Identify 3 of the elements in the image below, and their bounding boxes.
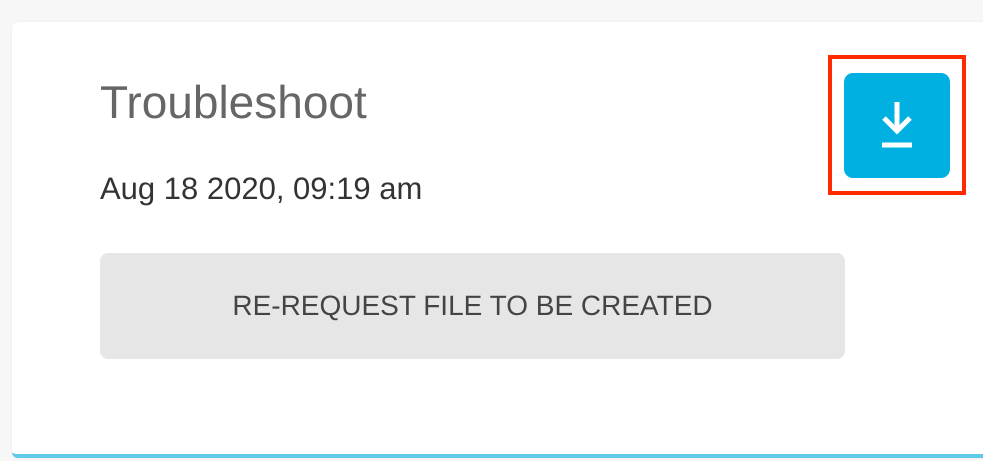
card-title: Troubleshoot bbox=[100, 75, 368, 130]
re-request-button[interactable]: RE-REQUEST FILE TO BE CREATED bbox=[100, 253, 845, 359]
timestamp: Aug 18 2020, 09:19 am bbox=[100, 170, 424, 208]
